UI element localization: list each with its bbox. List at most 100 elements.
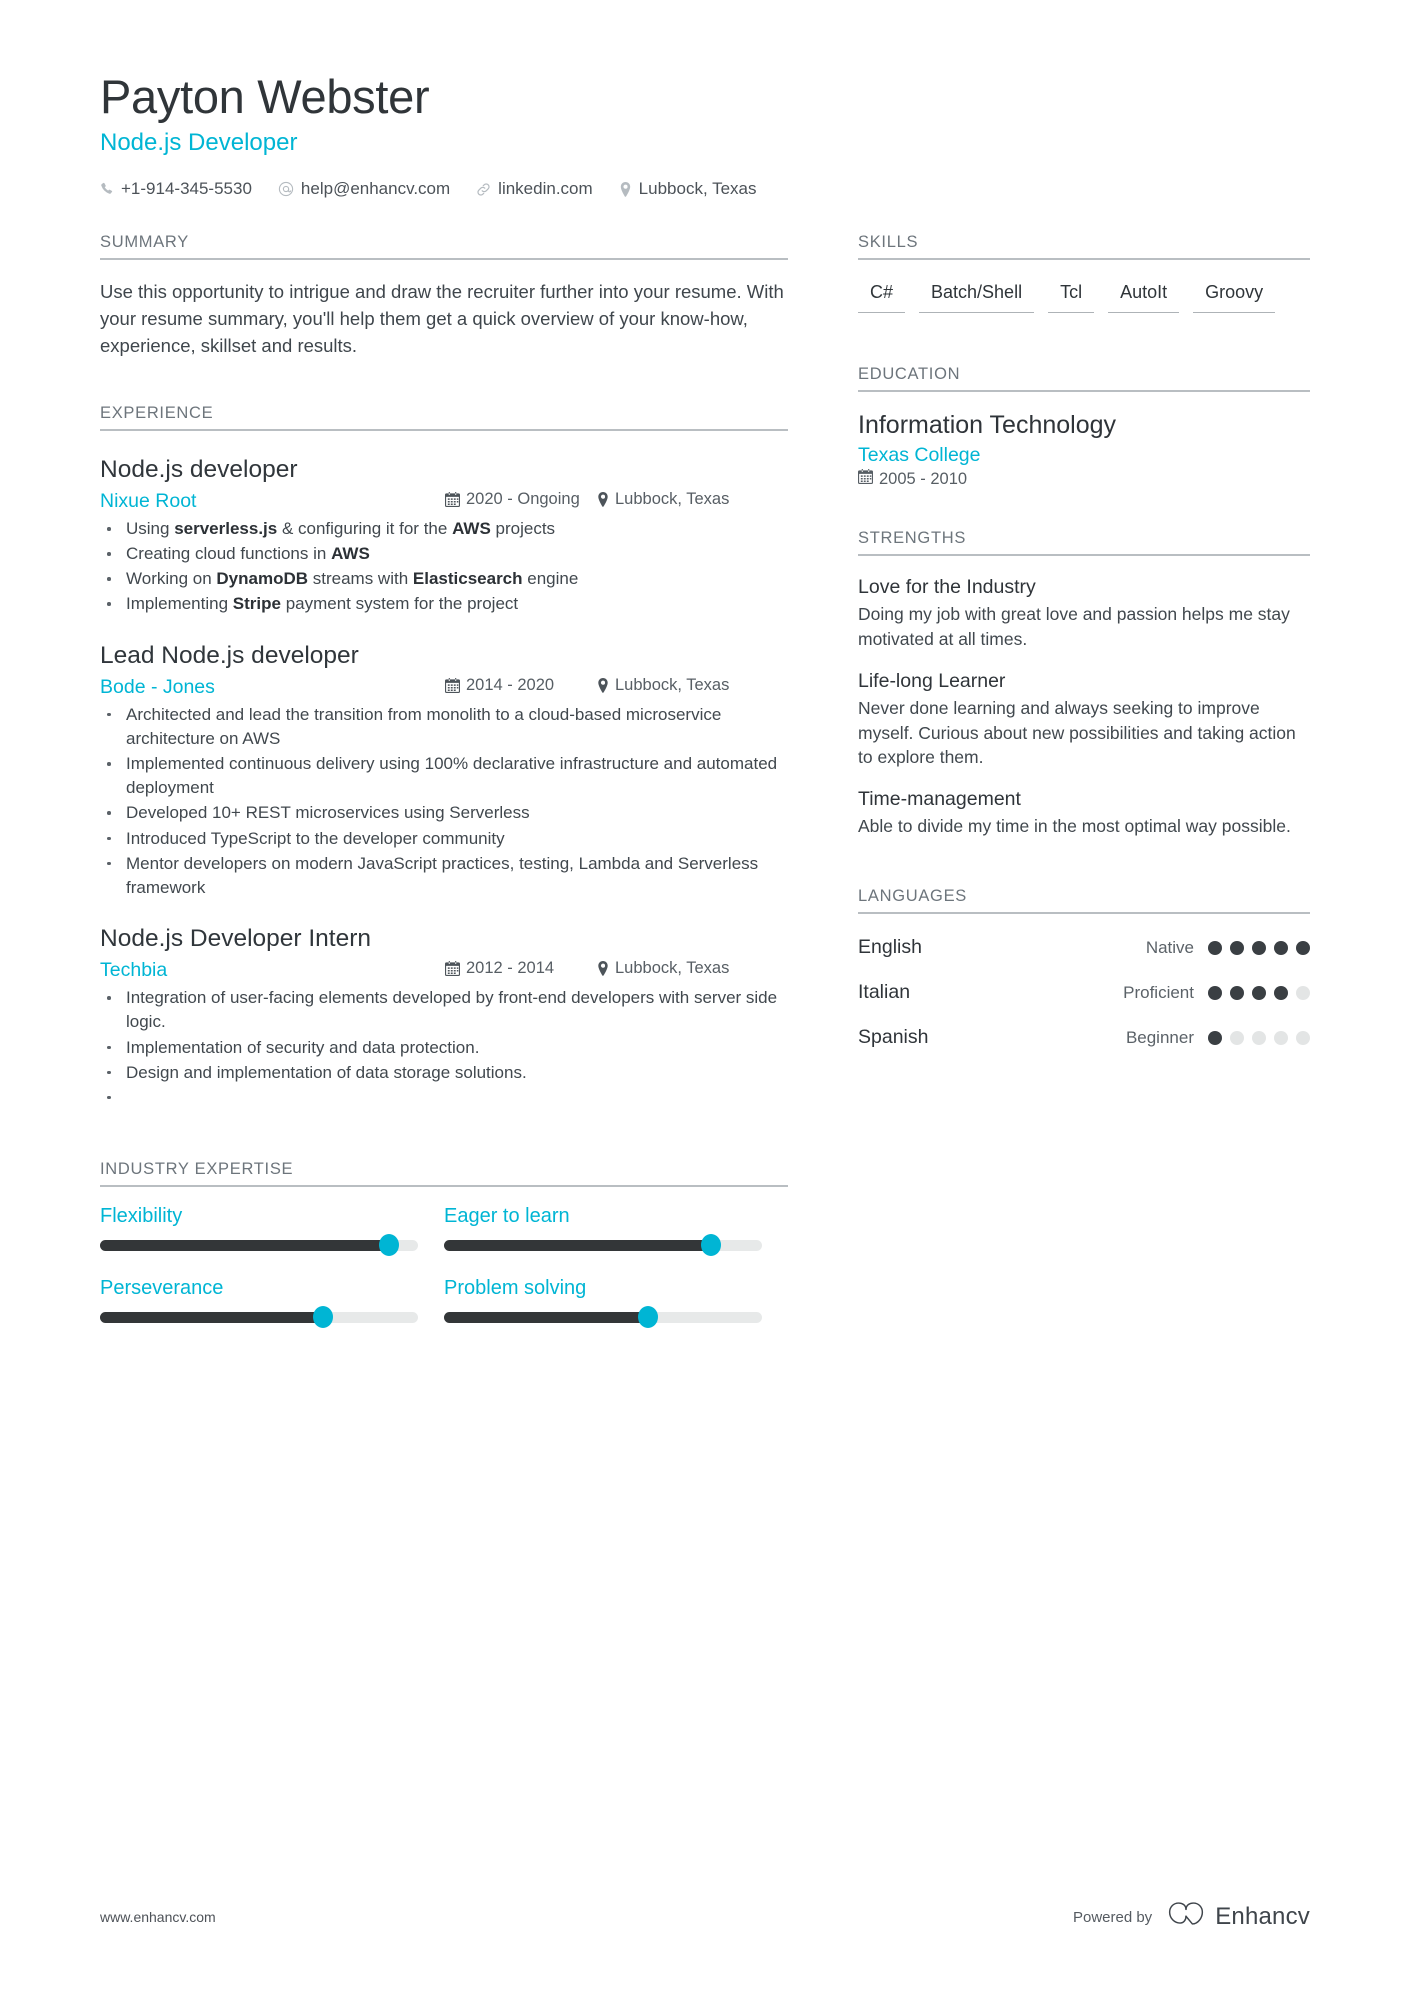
language-level: Native xyxy=(1145,937,1194,957)
strengths-heading: STRENGTHS xyxy=(858,529,1310,557)
language-level: Beginner xyxy=(1125,1027,1194,1047)
enhancv-wordmark: Enhancv xyxy=(1215,1903,1310,1930)
experience-bullet: Implemented continuous delivery using 10… xyxy=(100,752,788,800)
experience-list: Node.js developer Nixue Root 2020 - Ongoin… xyxy=(100,455,788,1108)
experience-item: Node.js developer Nixue Root 2020 - Ongoin… xyxy=(100,455,788,617)
strength-title: Time-management xyxy=(858,788,1021,811)
experience-bullet: Design and implementation of data storag… xyxy=(100,1061,788,1085)
strengths-section: STRENGTHS Love for the Industry Doing my … xyxy=(858,529,1310,839)
industry-expertise-list: Flexibility Eager to learn Perseverance Pro… xyxy=(100,1205,788,1349)
experience-section: EXPERIENCE Node.js developer Nixue Root 20… xyxy=(100,404,788,1108)
experience-date: 2012 - 2014 xyxy=(445,959,597,978)
language-dot xyxy=(1208,940,1222,955)
experience-company: Nixue Root xyxy=(100,490,197,512)
experience-company: Bode - Jones xyxy=(100,675,215,698)
industry-expertise-item: Flexibility xyxy=(100,1204,444,1257)
experience-meta: Techbia 2012 - 2014 Lubbock, Texas xyxy=(100,959,788,982)
slider-knob[interactable] xyxy=(701,1234,722,1257)
industry-expertise-slider[interactable] xyxy=(100,1234,418,1257)
industry-expertise-label: Flexibility xyxy=(100,1204,183,1227)
experience-title: Lead Node.js developer xyxy=(100,641,359,669)
resume-body: SUMMARY Use this opportunity to intrigue… xyxy=(100,233,1310,1355)
experience-date: 2020 - Ongoing xyxy=(445,490,597,509)
experience-heading: EXPERIENCE xyxy=(100,404,788,431)
slider-knob[interactable] xyxy=(637,1306,658,1329)
skills-heading: SKILLS xyxy=(858,233,1310,261)
industry-expertise-slider[interactable] xyxy=(100,1306,418,1329)
footer-website[interactable]: www.enhancv.com xyxy=(100,1909,216,1925)
resume-page: Payton Webster Node.js Developer +1-914-… xyxy=(0,0,1410,1995)
education-item: Information Technology Texas College 2005 … xyxy=(858,410,1310,489)
industry-expertise-item: Perseverance xyxy=(100,1277,444,1329)
language-dot xyxy=(1296,985,1310,1000)
experience-bullets: Integration of user-facing elements deve… xyxy=(100,986,788,1108)
calendar-icon xyxy=(445,492,460,507)
experience-meta: Nixue Root 2020 - Ongoing Lubbock, Texas xyxy=(100,490,788,513)
summary-section: SUMMARY Use this opportunity to intrigue… xyxy=(100,233,788,360)
languages-heading: LANGUAGES xyxy=(858,887,1310,915)
industry-expertise-slider[interactable] xyxy=(444,1306,762,1329)
experience-bullet: Introduced TypeScript to the developer c… xyxy=(100,827,788,851)
experience-date: 2014 - 2020 xyxy=(445,676,597,695)
skill-tag: Tcl xyxy=(1048,278,1095,314)
skill-tag: C# xyxy=(858,278,906,314)
location-icon xyxy=(597,677,609,693)
experience-title: Node.js Developer Intern xyxy=(100,924,372,952)
industry-expertise-heading: INDUSTRY EXPERTISE xyxy=(100,1160,788,1187)
calendar-icon xyxy=(445,961,460,977)
experience-company: Techbia xyxy=(100,959,168,982)
location-icon xyxy=(619,181,632,197)
contact-email[interactable]: help@enhancv.com xyxy=(278,179,450,199)
link-icon xyxy=(476,182,491,197)
location-icon xyxy=(597,961,609,977)
language-rating xyxy=(1208,1030,1310,1045)
language-dot xyxy=(1208,1030,1222,1045)
language-rating xyxy=(1208,985,1310,1000)
slider-fill xyxy=(444,1239,712,1251)
experience-bullet: Implementation of security and data prot… xyxy=(100,1036,788,1060)
strength-title: Love for the Industry xyxy=(858,576,1036,599)
contact-phone[interactable]: +1-914-345-5530 xyxy=(100,179,252,199)
language-name: Italian xyxy=(858,981,911,1004)
language-name: English xyxy=(858,936,922,959)
experience-bullet: Working on DynamoDB streams with Elastic… xyxy=(100,567,788,591)
slider-knob[interactable] xyxy=(379,1234,400,1257)
language-row: English Native xyxy=(858,936,1310,959)
language-dot xyxy=(1252,1030,1266,1045)
calendar-icon xyxy=(858,469,873,489)
slider-knob[interactable] xyxy=(312,1306,333,1329)
experience-bullet: Creating cloud functions in AWS xyxy=(100,542,788,566)
candidate-job-title: Node.js Developer xyxy=(100,129,298,157)
language-dot xyxy=(1208,985,1222,1000)
summary-heading: SUMMARY xyxy=(100,233,788,261)
experience-bullets: Using serverless.js & configuring it for… xyxy=(100,517,788,617)
left-column: SUMMARY Use this opportunity to intrigue… xyxy=(100,233,788,1355)
industry-expertise-label: Problem solving xyxy=(444,1276,587,1299)
experience-bullet: Using serverless.js & configuring it for… xyxy=(100,517,788,541)
skills-list: C# Batch/Shell Tcl AutoIt Groovy xyxy=(858,278,1310,327)
experience-location: Lubbock, Texas xyxy=(597,676,729,695)
contact-location-text: Lubbock, Texas xyxy=(638,179,757,199)
contact-link[interactable]: linkedin.com xyxy=(476,179,593,199)
experience-item: Node.js Developer Intern Techbia 2012 - 20… xyxy=(100,924,788,1108)
industry-expertise-label: Eager to learn xyxy=(444,1204,570,1227)
strength-item: Life-long Learner Never done learning and… xyxy=(858,670,1310,771)
languages-list: English Native Italian Proficient Spanish Beg… xyxy=(858,936,1310,1049)
experience-bullet: Mentor developers on modern JavaScript p… xyxy=(100,852,788,900)
powered-by-block: Powered by Enhancv xyxy=(1073,1901,1310,1933)
experience-bullet: Developed 10+ REST microservices using S… xyxy=(100,801,788,825)
language-row: Italian Proficient xyxy=(858,981,1310,1004)
skill-tag: AutoIt xyxy=(1108,278,1180,314)
education-date: 2005 - 2010 xyxy=(858,469,1310,489)
language-level: Proficient xyxy=(1123,982,1194,1002)
contact-link-text: linkedin.com xyxy=(498,179,593,199)
contact-email-text: help@enhancv.com xyxy=(300,179,451,199)
experience-bullet: Integration of user-facing elements deve… xyxy=(100,986,788,1034)
industry-expertise-item: Problem solving xyxy=(444,1276,788,1329)
strength-title: Life-long Learner xyxy=(858,669,1006,692)
contact-location[interactable]: Lubbock, Texas xyxy=(619,179,757,199)
industry-expertise-slider[interactable] xyxy=(444,1234,762,1257)
strength-description: Doing my job with great love and passion… xyxy=(858,604,1290,649)
strength-item: Time-management Able to divide my time in… xyxy=(858,788,1310,839)
education-section: EDUCATION Information Technology Texas Co… xyxy=(858,365,1310,489)
